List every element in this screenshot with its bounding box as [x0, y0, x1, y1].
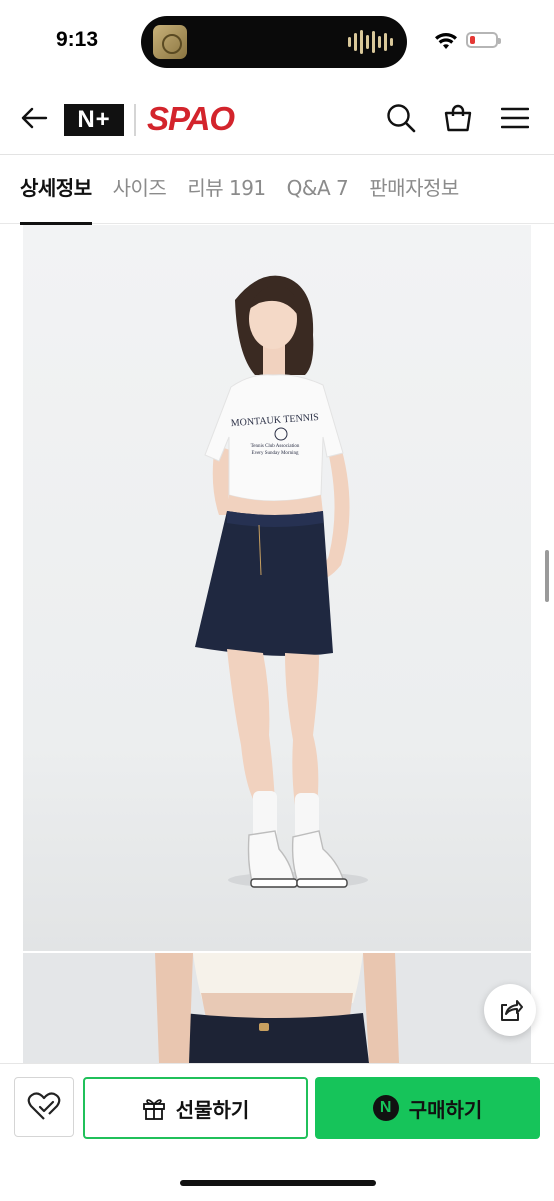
dynamic-island[interactable] [141, 16, 407, 68]
now-playing-artwork [153, 25, 187, 59]
status-time: 9:13 [56, 28, 99, 51]
status-bar: 9:13 [0, 0, 554, 82]
scrollbar-thumb[interactable] [545, 550, 549, 602]
brand-divider [134, 104, 136, 136]
share-button[interactable] [484, 984, 536, 1036]
search-button[interactable] [383, 100, 419, 136]
tab-reviews[interactable]: 리뷰 191 [187, 155, 266, 223]
model-illustration: MONTAUK TENNIS Tennis Club Association E… [23, 275, 531, 951]
shopping-bag-icon [444, 104, 472, 132]
brand-logo[interactable]: SPAO [147, 100, 235, 138]
menu-button[interactable] [497, 100, 533, 136]
naver-pay-badge-icon: N [372, 1095, 399, 1121]
svg-text:Every Sunday Morning: Every Sunday Morning [252, 451, 299, 456]
gift-button-label: 선물하기 [175, 1097, 250, 1122]
tab-size[interactable]: 사이즈 [113, 155, 167, 223]
tab-detail[interactable]: 상세정보 [20, 155, 92, 225]
buy-button[interactable]: N 구매하기 [315, 1077, 540, 1139]
buy-button-label: 구매하기 [408, 1097, 483, 1122]
product-photo-main: MONTAUK TENNIS Tennis Club Association E… [23, 225, 531, 951]
gift-button[interactable]: 선물하기 [83, 1077, 308, 1139]
home-indicator[interactable] [180, 1180, 376, 1186]
search-icon [387, 104, 416, 133]
gift-icon [142, 1099, 165, 1120]
svg-text:Tennis Club Association: Tennis Club Association [251, 444, 300, 449]
product-photo-second [23, 953, 531, 1063]
heart-check-icon [27, 1092, 61, 1120]
share-icon [501, 1000, 523, 1021]
model-crop-illustration [155, 953, 399, 1063]
wishlist-button[interactable] [14, 1077, 74, 1137]
naver-plus-logo[interactable]: N+ [64, 104, 124, 136]
battery-icon [466, 32, 501, 48]
cart-button[interactable] [440, 100, 476, 136]
back-button[interactable] [16, 100, 52, 136]
tab-seller-info[interactable]: 판매자정보 [369, 155, 459, 223]
hamburger-menu-icon [501, 107, 529, 129]
product-tabs: 상세정보 사이즈 리뷰 191 Q&A 7 판매자정보 [0, 155, 554, 225]
tab-qna[interactable]: Q&A 7 [287, 155, 349, 223]
app-header: N+ SPAO [0, 82, 554, 155]
arrow-left-icon [21, 107, 48, 129]
wifi-icon [435, 32, 457, 49]
audio-waveform-icon [348, 29, 393, 55]
